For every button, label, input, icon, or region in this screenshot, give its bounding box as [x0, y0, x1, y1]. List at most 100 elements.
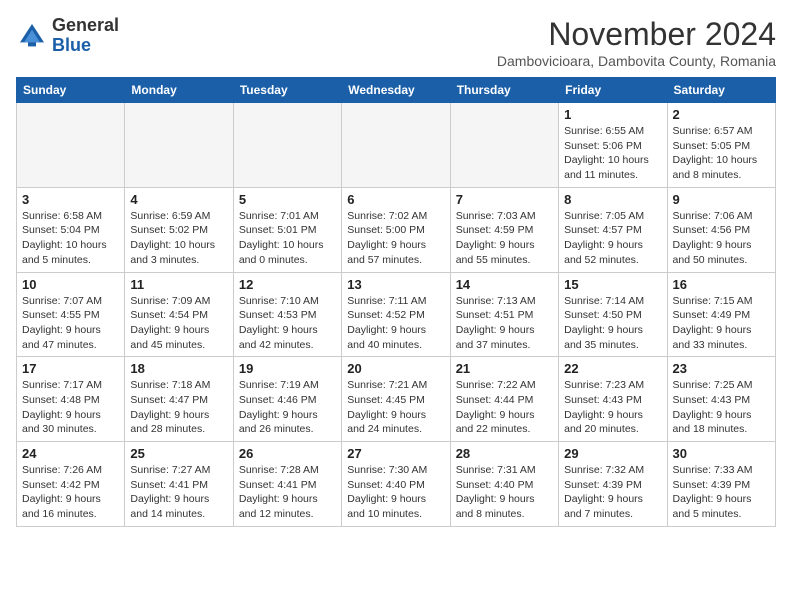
calendar-cell: 7 Sunrise: 7:03 AM Sunset: 4:59 PM Daylig… — [450, 187, 558, 272]
calendar-cell: 13 Sunrise: 7:11 AM Sunset: 4:52 PM Dayli… — [342, 272, 450, 357]
day-info: Sunrise: 7:21 AM Sunset: 4:45 PM Dayligh… — [347, 378, 444, 437]
title-block: November 2024 Dambovicioara, Dambovita C… — [497, 16, 776, 69]
calendar-cell: 18 Sunrise: 7:18 AM Sunset: 4:47 PM Dayli… — [125, 357, 233, 442]
day-info: Sunrise: 7:13 AM Sunset: 4:51 PM Dayligh… — [456, 294, 553, 353]
day-info: Sunrise: 7:18 AM Sunset: 4:47 PM Dayligh… — [130, 378, 227, 437]
weekday-header: SundayMondayTuesdayWednesdayThursdayFrid… — [17, 78, 776, 103]
day-info: Sunrise: 7:09 AM Sunset: 4:54 PM Dayligh… — [130, 294, 227, 353]
calendar-cell: 11 Sunrise: 7:09 AM Sunset: 4:54 PM Dayli… — [125, 272, 233, 357]
day-number: 27 — [347, 446, 444, 461]
day-info: Sunrise: 7:30 AM Sunset: 4:40 PM Dayligh… — [347, 463, 444, 522]
day-info: Sunrise: 7:17 AM Sunset: 4:48 PM Dayligh… — [22, 378, 119, 437]
calendar-cell: 19 Sunrise: 7:19 AM Sunset: 4:46 PM Dayli… — [233, 357, 341, 442]
day-number: 18 — [130, 361, 227, 376]
day-number: 25 — [130, 446, 227, 461]
calendar: SundayMondayTuesdayWednesdayThursdayFrid… — [16, 77, 776, 527]
day-info: Sunrise: 6:55 AM Sunset: 5:06 PM Dayligh… — [564, 124, 661, 183]
weekday-monday: Monday — [125, 78, 233, 103]
calendar-cell — [342, 103, 450, 188]
day-info: Sunrise: 7:11 AM Sunset: 4:52 PM Dayligh… — [347, 294, 444, 353]
calendar-cell: 6 Sunrise: 7:02 AM Sunset: 5:00 PM Daylig… — [342, 187, 450, 272]
day-info: Sunrise: 7:05 AM Sunset: 4:57 PM Dayligh… — [564, 209, 661, 268]
location: Dambovicioara, Dambovita County, Romania — [497, 53, 776, 69]
calendar-cell: 28 Sunrise: 7:31 AM Sunset: 4:40 PM Dayli… — [450, 442, 558, 527]
weekday-tuesday: Tuesday — [233, 78, 341, 103]
day-number: 14 — [456, 277, 553, 292]
calendar-cell — [17, 103, 125, 188]
day-info: Sunrise: 7:14 AM Sunset: 4:50 PM Dayligh… — [564, 294, 661, 353]
week-row-4: 17 Sunrise: 7:17 AM Sunset: 4:48 PM Dayli… — [17, 357, 776, 442]
calendar-cell: 22Sunrise: 7:23 AM Sunset: 4:43 PM Dayli… — [559, 357, 667, 442]
day-number: 1 — [564, 107, 661, 122]
calendar-cell: 2 Sunrise: 6:57 AM Sunset: 5:05 PM Daylig… — [667, 103, 775, 188]
day-info: Sunrise: 7:32 AM Sunset: 4:39 PM Dayligh… — [564, 463, 661, 522]
calendar-cell: 14 Sunrise: 7:13 AM Sunset: 4:51 PM Dayli… — [450, 272, 558, 357]
day-info: Sunrise: 7:23 AM Sunset: 4:43 PM Dayligh… — [564, 378, 661, 437]
day-info: Sunrise: 7:25 AM Sunset: 4:43 PM Dayligh… — [673, 378, 770, 437]
day-number: 10 — [22, 277, 119, 292]
calendar-cell: 3Sunrise: 6:58 AM Sunset: 5:04 PM Daylig… — [17, 187, 125, 272]
day-info: Sunrise: 7:02 AM Sunset: 5:00 PM Dayligh… — [347, 209, 444, 268]
day-info: Sunrise: 7:22 AM Sunset: 4:44 PM Dayligh… — [456, 378, 553, 437]
page-header: General Blue November 2024 Dambovicioara… — [16, 16, 776, 69]
calendar-cell: 21Sunrise: 7:22 AM Sunset: 4:44 PM Dayli… — [450, 357, 558, 442]
day-number: 16 — [673, 277, 770, 292]
calendar-cell: 1 Sunrise: 6:55 AM Sunset: 5:06 PM Daylig… — [559, 103, 667, 188]
day-number: 7 — [456, 192, 553, 207]
day-info: Sunrise: 6:57 AM Sunset: 5:05 PM Dayligh… — [673, 124, 770, 183]
calendar-cell: 30Sunrise: 7:33 AM Sunset: 4:39 PM Dayli… — [667, 442, 775, 527]
day-number: 2 — [673, 107, 770, 122]
weekday-sunday: Sunday — [17, 78, 125, 103]
weekday-saturday: Saturday — [667, 78, 775, 103]
day-number: 15 — [564, 277, 661, 292]
day-number: 24 — [22, 446, 119, 461]
day-info: Sunrise: 6:59 AM Sunset: 5:02 PM Dayligh… — [130, 209, 227, 268]
day-info: Sunrise: 7:27 AM Sunset: 4:41 PM Dayligh… — [130, 463, 227, 522]
calendar-cell: 24 Sunrise: 7:26 AM Sunset: 4:42 PM Dayli… — [17, 442, 125, 527]
day-number: 19 — [239, 361, 336, 376]
day-number: 26 — [239, 446, 336, 461]
day-number: 11 — [130, 277, 227, 292]
calendar-cell: 17 Sunrise: 7:17 AM Sunset: 4:48 PM Dayli… — [17, 357, 125, 442]
day-number: 20 — [347, 361, 444, 376]
weekday-thursday: Thursday — [450, 78, 558, 103]
calendar-cell: 20 Sunrise: 7:21 AM Sunset: 4:45 PM Dayli… — [342, 357, 450, 442]
logo-icon — [16, 20, 48, 52]
calendar-cell: 26 Sunrise: 7:28 AM Sunset: 4:41 PM Dayli… — [233, 442, 341, 527]
day-info: Sunrise: 7:28 AM Sunset: 4:41 PM Dayligh… — [239, 463, 336, 522]
day-info: Sunrise: 7:06 AM Sunset: 4:56 PM Dayligh… — [673, 209, 770, 268]
day-info: Sunrise: 7:10 AM Sunset: 4:53 PM Dayligh… — [239, 294, 336, 353]
day-info: Sunrise: 7:07 AM Sunset: 4:55 PM Dayligh… — [22, 294, 119, 353]
day-number: 28 — [456, 446, 553, 461]
calendar-cell: 4Sunrise: 6:59 AM Sunset: 5:02 PM Daylig… — [125, 187, 233, 272]
logo-text: General Blue — [52, 16, 119, 56]
weekday-wednesday: Wednesday — [342, 78, 450, 103]
week-row-3: 10 Sunrise: 7:07 AM Sunset: 4:55 PM Dayli… — [17, 272, 776, 357]
day-number: 9 — [673, 192, 770, 207]
logo: General Blue — [16, 16, 119, 56]
calendar-cell: 8Sunrise: 7:05 AM Sunset: 4:57 PM Daylig… — [559, 187, 667, 272]
day-info: Sunrise: 7:03 AM Sunset: 4:59 PM Dayligh… — [456, 209, 553, 268]
day-number: 30 — [673, 446, 770, 461]
day-number: 29 — [564, 446, 661, 461]
calendar-cell: 29 Sunrise: 7:32 AM Sunset: 4:39 PM Dayli… — [559, 442, 667, 527]
day-number: 5 — [239, 192, 336, 207]
calendar-cell: 12 Sunrise: 7:10 AM Sunset: 4:53 PM Dayli… — [233, 272, 341, 357]
day-info: Sunrise: 7:19 AM Sunset: 4:46 PM Dayligh… — [239, 378, 336, 437]
month-title: November 2024 — [497, 16, 776, 53]
calendar-cell — [450, 103, 558, 188]
day-number: 17 — [22, 361, 119, 376]
day-number: 12 — [239, 277, 336, 292]
day-info: Sunrise: 7:31 AM Sunset: 4:40 PM Dayligh… — [456, 463, 553, 522]
day-info: Sunrise: 7:15 AM Sunset: 4:49 PM Dayligh… — [673, 294, 770, 353]
calendar-cell: 23Sunrise: 7:25 AM Sunset: 4:43 PM Dayli… — [667, 357, 775, 442]
day-info: Sunrise: 7:26 AM Sunset: 4:42 PM Dayligh… — [22, 463, 119, 522]
day-number: 6 — [347, 192, 444, 207]
calendar-cell: 15 Sunrise: 7:14 AM Sunset: 4:50 PM Dayli… — [559, 272, 667, 357]
calendar-cell: 16 Sunrise: 7:15 AM Sunset: 4:49 PM Dayli… — [667, 272, 775, 357]
calendar-cell — [125, 103, 233, 188]
calendar-cell: 5Sunrise: 7:01 AM Sunset: 5:01 PM Daylig… — [233, 187, 341, 272]
weekday-friday: Friday — [559, 78, 667, 103]
day-number: 13 — [347, 277, 444, 292]
calendar-cell: 25 Sunrise: 7:27 AM Sunset: 4:41 PM Dayli… — [125, 442, 233, 527]
